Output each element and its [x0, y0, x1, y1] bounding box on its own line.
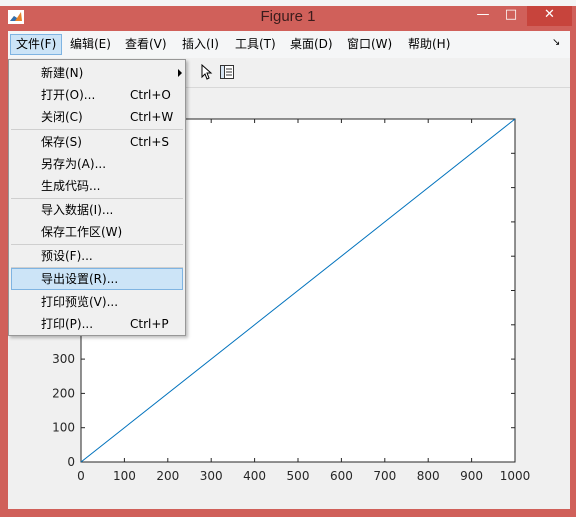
- x-tick-label: 200: [156, 469, 179, 483]
- menu-separator: [11, 129, 183, 130]
- menu-item-label: 生成代码...: [41, 179, 101, 193]
- menu-item-save[interactable]: 保存(S) Ctrl+S: [11, 131, 183, 153]
- menu-item-label: 关闭(C): [41, 110, 83, 124]
- menu-item-open[interactable]: 打开(O)... Ctrl+O: [11, 84, 183, 106]
- menu-item-shortcut: Ctrl+O: [130, 88, 171, 102]
- menu-item-label: 导入数据(I)...: [41, 203, 114, 217]
- menu-item-label: 新建(N): [41, 66, 84, 80]
- menu-item-print[interactable]: 打印(P)... Ctrl+P: [11, 313, 183, 335]
- x-tick-label: 0: [77, 469, 85, 483]
- menu-item-save-as[interactable]: 另存为(A)...: [11, 153, 183, 175]
- menu-item-shortcut: Ctrl+W: [130, 110, 174, 124]
- figure-window: Figure 1 — □ ✕ 文件(F) 编辑(E) 查看(V) 插入(I) 工…: [0, 0, 576, 517]
- x-tick-label: 900: [460, 469, 483, 483]
- menu-item-label: 另存为(A)...: [41, 157, 107, 171]
- x-tick-label: 600: [330, 469, 353, 483]
- menu-item-label: 保存(S): [41, 135, 82, 149]
- menu-item-label: 导出设置(R)...: [41, 272, 119, 286]
- x-tick-label: 700: [373, 469, 396, 483]
- menu-item-close[interactable]: 关闭(C) Ctrl+W: [11, 106, 183, 128]
- y-tick-label: 0: [67, 455, 75, 469]
- menu-item-label: 打开(O)...: [41, 88, 96, 102]
- y-tick-label: 100: [52, 421, 75, 435]
- menu-item-shortcut: Ctrl+S: [130, 135, 170, 149]
- x-tick-label: 400: [243, 469, 266, 483]
- menu-item-print-preview[interactable]: 打印预览(V)...: [11, 291, 183, 313]
- menu-item-shortcut: Ctrl+P: [130, 317, 169, 331]
- menu-item-label: 打印(P)...: [41, 317, 94, 331]
- file-menu-dropdown: 新建(N) 打开(O)... Ctrl+O 关闭(C) Ctrl+W 保存(S)…: [8, 59, 186, 336]
- menu-item-label: 打印预览(V)...: [41, 295, 119, 309]
- x-tick-label: 800: [417, 469, 440, 483]
- menu-item-preferences[interactable]: 预设(F)...: [11, 245, 183, 267]
- menu-item-label: 保存工作区(W): [41, 225, 123, 239]
- menu-item-export-setup[interactable]: 导出设置(R)...: [11, 268, 183, 290]
- x-tick-label: 500: [287, 469, 310, 483]
- y-tick-label: 300: [52, 352, 75, 366]
- menu-item-save-workspace[interactable]: 保存工作区(W): [11, 221, 183, 243]
- menu-item-new[interactable]: 新建(N): [11, 62, 183, 84]
- menu-item-import-data[interactable]: 导入数据(I)...: [11, 199, 183, 221]
- submenu-arrow-icon: [178, 69, 182, 77]
- y-tick-label: 200: [52, 386, 75, 400]
- menu-item-label: 预设(F)...: [41, 249, 93, 263]
- x-tick-label: 300: [200, 469, 223, 483]
- menu-item-generate-code[interactable]: 生成代码...: [11, 175, 183, 197]
- x-tick-label: 100: [113, 469, 136, 483]
- x-tick-label: 1000: [500, 469, 531, 483]
